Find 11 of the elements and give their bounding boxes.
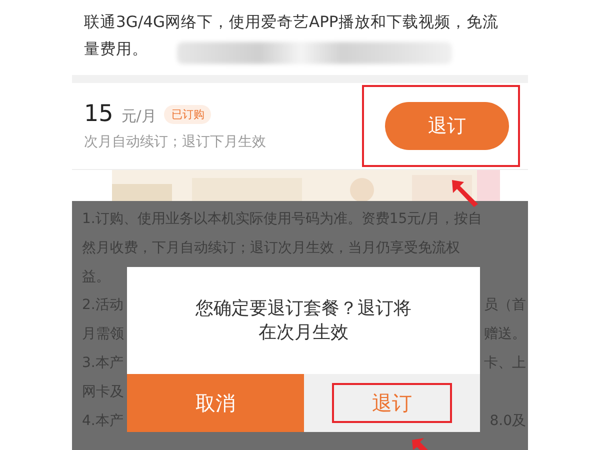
price: 15 (84, 101, 114, 127)
dialog-message: 您确定要退订套餐？退订将在次月生效 (196, 296, 412, 344)
unsubscribe-button[interactable]: 退订 (385, 102, 509, 150)
cancel-button[interactable]: 取消 (127, 374, 304, 432)
subscribed-badge: 已订购 (164, 104, 212, 124)
unsubscribe-button[interactable]: 退订 (332, 383, 452, 423)
renewal-note: 次月自动续订；退订下月生效 (84, 133, 266, 151)
annotation-arrow (412, 438, 428, 450)
annotation-arrow (450, 178, 480, 208)
price-unit: 元/月 (121, 107, 156, 126)
description-text: 联通3G/4G网络下，使用爱奇艺APP播放和下载视频，免流量费用。 (84, 12, 500, 60)
